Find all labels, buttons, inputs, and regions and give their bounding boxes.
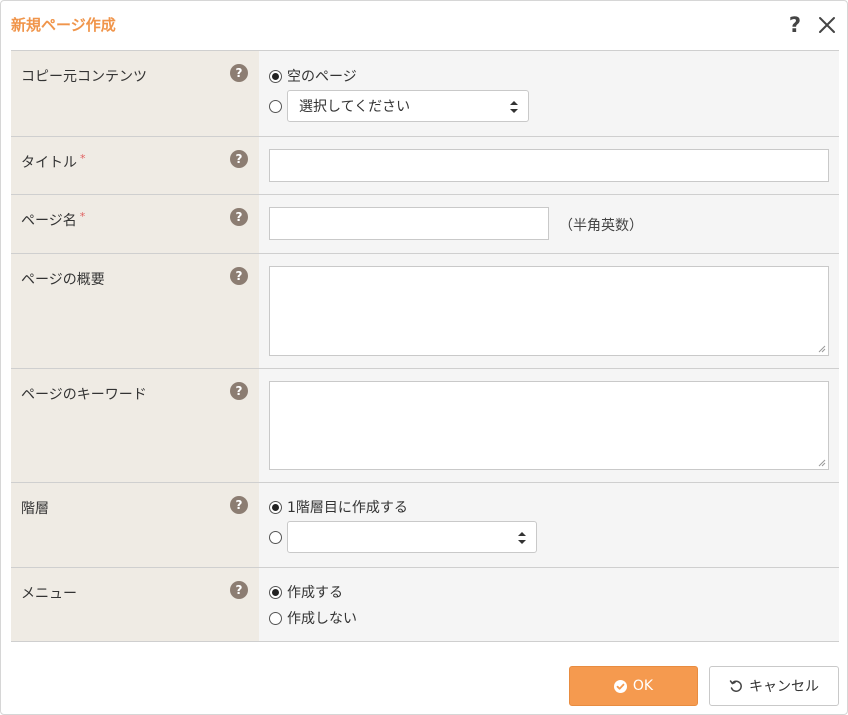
radio-button[interactable]: [269, 99, 282, 113]
new-page-dialog: 新規ページ作成 ? コピー元コンテンツ ? 空のページ 選択してください タイト…: [0, 0, 848, 715]
check-circle-icon: [613, 679, 627, 693]
close-icon[interactable]: [815, 12, 839, 38]
label-title: タイトル * ?: [11, 137, 259, 194]
row-menu: メニュー ? 作成する 作成しない: [11, 568, 839, 642]
radio-button-checked[interactable]: [269, 69, 282, 83]
help-icon[interactable]: ?: [230, 581, 248, 599]
radio-button[interactable]: [269, 611, 282, 625]
parent-page-select[interactable]: [287, 521, 537, 553]
radio-option-blank-page[interactable]: 空のページ: [269, 63, 829, 89]
cancel-label: キャンセル: [749, 679, 819, 695]
row-page-keywords: ページのキーワード ?: [11, 369, 839, 483]
label-page-summary: ページの概要 ?: [11, 254, 259, 368]
ok-button[interactable]: OK: [569, 666, 698, 706]
resize-grip-icon[interactable]: [818, 459, 826, 467]
copy-source-select[interactable]: 選択してください: [287, 90, 529, 122]
help-icon[interactable]: ?: [230, 496, 248, 514]
radio-button[interactable]: [269, 530, 282, 544]
select-arrows-icon: [518, 532, 526, 544]
ok-label: OK: [632, 678, 654, 694]
row-title: タイトル * ?: [11, 137, 839, 195]
dialog-title: 新規ページ作成: [11, 16, 116, 34]
value-menu: 作成する 作成しない: [259, 568, 839, 641]
page-name-note: （半角英数）: [559, 218, 643, 234]
label-menu-text: メニュー: [21, 586, 77, 602]
value-page-keywords: [259, 369, 839, 482]
radio-option-copy-from[interactable]: 選択してください: [269, 89, 829, 123]
label-page-name: ページ名 * ?: [11, 195, 259, 253]
row-page-name: ページ名 * ? （半角英数）: [11, 195, 839, 254]
select-value: 選択してください: [299, 99, 411, 115]
radio-label: 作成する: [287, 585, 343, 601]
label-copy-source: コピー元コンテンツ ?: [11, 51, 259, 136]
required-mark: *: [80, 152, 86, 165]
value-hierarchy: 1階層目に作成する: [259, 483, 839, 567]
value-page-summary: [259, 254, 839, 368]
value-copy-source: 空のページ 選択してください: [259, 51, 839, 136]
help-icon[interactable]: ?: [230, 208, 248, 226]
select-arrows-icon: [510, 101, 518, 113]
radio-label: 作成しない: [287, 611, 357, 627]
title-input[interactable]: [269, 149, 829, 182]
page-name-input[interactable]: [269, 207, 549, 240]
page-summary-textarea[interactable]: [269, 266, 829, 356]
label-hierarchy: 階層 ?: [11, 483, 259, 567]
undo-icon: [729, 679, 743, 693]
resize-grip-icon[interactable]: [818, 345, 826, 353]
label-menu: メニュー ?: [11, 568, 259, 641]
value-page-name: （半角英数）: [259, 195, 839, 253]
help-icon[interactable]: ?: [230, 382, 248, 400]
radio-label: 1階層目に作成する: [287, 500, 408, 516]
radio-option-no-menu[interactable]: 作成しない: [269, 605, 829, 631]
help-icon[interactable]: ?: [783, 12, 807, 38]
label-page-keywords-text: ページのキーワード: [21, 387, 147, 403]
row-page-summary: ページの概要 ?: [11, 254, 839, 369]
help-icon[interactable]: ?: [230, 267, 248, 285]
label-title-text: タイトル: [21, 155, 77, 171]
radio-option-create-menu[interactable]: 作成する: [269, 579, 829, 605]
radio-option-first-level[interactable]: 1階層目に作成する: [269, 494, 829, 520]
label-page-keywords: ページのキーワード ?: [11, 369, 259, 482]
label-copy-source-text: コピー元コンテンツ: [21, 69, 147, 85]
help-icon[interactable]: ?: [230, 64, 248, 82]
label-page-summary-text: ページの概要: [21, 272, 105, 288]
page-keywords-textarea[interactable]: [269, 381, 829, 470]
help-icon[interactable]: ?: [230, 150, 248, 168]
row-copy-source: コピー元コンテンツ ? 空のページ 選択してください: [11, 51, 839, 137]
value-title: [259, 137, 839, 194]
label-hierarchy-text: 階層: [21, 501, 49, 517]
cancel-button[interactable]: キャンセル: [709, 666, 839, 706]
radio-label: 空のページ: [287, 69, 357, 85]
dialog-header: 新規ページ作成 ?: [1, 1, 847, 51]
row-hierarchy: 階層 ? 1階層目に作成する: [11, 483, 839, 568]
label-page-name-text: ページ名: [21, 213, 77, 229]
page-form: コピー元コンテンツ ? 空のページ 選択してください タイトル * ? ページ名…: [11, 50, 839, 642]
radio-button-checked[interactable]: [269, 585, 282, 599]
radio-option-under-parent[interactable]: [269, 520, 829, 554]
radio-button-checked[interactable]: [269, 500, 282, 514]
required-mark: *: [79, 210, 86, 223]
